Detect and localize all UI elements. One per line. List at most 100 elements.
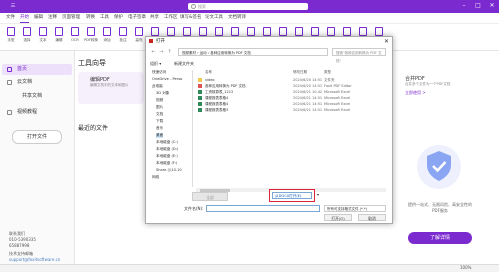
close-window-button[interactable]: ✕ (488, 2, 496, 10)
menu-protect[interactable]: 保护 (114, 14, 123, 22)
support-email[interactable]: support@foxitsoftware.cn (9, 257, 60, 262)
strikethrough-icon (151, 27, 159, 36)
excel-file-icon (198, 96, 202, 100)
add-icon (103, 27, 111, 36)
column-name[interactable]: 名称 (205, 70, 212, 75)
recent-files-title: 最近的文件 (78, 125, 109, 132)
menu-page-manage[interactable]: 页面管理 (62, 14, 80, 22)
menu-convert[interactable]: 转换 (86, 14, 95, 22)
compare-icon (263, 27, 271, 36)
tool-select[interactable]: 选择 (20, 26, 34, 48)
open-button[interactable]: 打开(O) (324, 214, 352, 221)
menu-edit[interactable]: 编辑 (34, 14, 43, 22)
command-bar: 组织 ▾ 新建文件夹 (150, 60, 388, 68)
menu-fill-sign[interactable]: 填写&签名 (180, 14, 202, 22)
nav-desktop[interactable]: 桌面 (156, 133, 164, 138)
search-icon (191, 4, 196, 9)
open-file-dialog: 打开 ✕ ← → ↑ 视频素材 › 运动 › 各种应用转换为 PDF 文档 搜索… (145, 36, 393, 224)
organize-menu[interactable]: 组织 ▾ (150, 60, 161, 68)
card-link[interactable]: 立即使用 > (405, 90, 426, 96)
cloud-icon (7, 80, 12, 85)
filetype-select[interactable]: 所有可支持格式文件 (*.*) (324, 205, 386, 212)
back-arrow-icon[interactable]: ← (150, 48, 157, 56)
maximize-button[interactable]: □ (474, 2, 482, 10)
folder-icon (198, 78, 202, 82)
minimize-button[interactable]: – (460, 2, 468, 10)
column-type[interactable]: 类型 (324, 70, 331, 75)
file-row[interactable]: 课程报表表格3 2024/6/21 14:51 Microsoft Excel (196, 107, 386, 113)
menu-translate[interactable]: 文档转译 (228, 14, 246, 22)
menu-paper-tools[interactable]: 论文工具 (205, 14, 223, 22)
nav-pictures[interactable]: 图片 (156, 105, 163, 110)
open-file-button[interactable]: 打开文件 (12, 130, 62, 144)
tools-wizard-title: 工具向导 (78, 59, 106, 67)
new-folder-button[interactable]: 新建文件夹 (174, 60, 194, 68)
nav-onedrive[interactable]: OneDrive - Perso (152, 77, 182, 82)
navigation-pane: 快速访问 OneDrive - Perso 此电脑 3D 对象 视频 图片 文档… (150, 70, 193, 187)
hand-icon (7, 27, 15, 36)
lock-icon (311, 27, 319, 36)
breadcrumb[interactable]: 视频素材 › 运动 › 各种应用转换为 PDF 文档 (178, 48, 328, 56)
dialog-close-button[interactable]: ✕ (382, 37, 391, 46)
nav-drive-f[interactable]: 本地磁盘 (F:) (156, 161, 177, 166)
menu-tools[interactable]: 工具 (100, 14, 109, 22)
sidebar-item-cloud[interactable]: 云文档 (2, 77, 72, 88)
cancel-button[interactable]: 取消 (358, 214, 386, 221)
menu-esign[interactable]: 电子签章 (128, 14, 146, 22)
excel-file-icon (198, 102, 202, 106)
pdf-file-icon (198, 84, 202, 88)
wordcount-icon (279, 27, 287, 36)
tool-pdf-convert[interactable]: PDF转换 (84, 26, 98, 48)
menu-comment[interactable]: 注释 (48, 14, 57, 22)
menu-home[interactable]: 开始 (20, 14, 29, 23)
up-arrow-icon[interactable]: ↑ (166, 48, 173, 56)
learn-more-button[interactable]: 了解详情 (408, 232, 472, 244)
contact-title: 联系我们 (9, 231, 25, 236)
translate-icon (359, 27, 367, 36)
tool-annotate[interactable]: 批注 (116, 26, 130, 48)
sidebar-item-home[interactable]: 首页 (2, 64, 72, 75)
nav-drive-c[interactable]: 本地磁盘 (C:) (156, 140, 178, 145)
nav-share[interactable]: Share (\\10.10 (156, 168, 182, 173)
nav-quick-access[interactable]: 快速访问 (152, 70, 166, 75)
sidebar-item-video[interactable]: 视频教程 (2, 107, 72, 118)
sidebar-item-shared[interactable]: 共享文档 (2, 91, 72, 102)
nav-3d-objects[interactable]: 3D 对象 (156, 91, 169, 96)
filename-label: 文件名(N): (184, 206, 204, 211)
ocr-icon (71, 27, 79, 36)
nav-this-pc[interactable]: 此电脑 (152, 84, 163, 89)
nav-documents[interactable]: 文档 (156, 112, 163, 117)
chevron-down-icon[interactable]: ▾ (317, 192, 319, 197)
filename-input[interactable] (206, 205, 320, 212)
search-input[interactable]: 搜索 (188, 3, 308, 10)
menu-share[interactable]: 共享 (150, 14, 159, 22)
app-menu-button[interactable]: 三 (2, 2, 24, 11)
dialog-search-input[interactable]: 搜索"各种应用转换为 PDF 文档" (332, 48, 386, 63)
nav-drive-e[interactable]: 本地磁盘 (E:) (156, 154, 178, 159)
underline-icon (167, 27, 175, 36)
tool-ocr[interactable]: OCR (68, 26, 82, 48)
dialog-title: 打开 (156, 39, 165, 44)
open-from-docx-select[interactable]: 从DOCX打开(E) (272, 192, 312, 199)
tool-text[interactable]: 文本 (36, 26, 50, 48)
column-date[interactable]: 修改日期 (293, 70, 307, 75)
tool-edit[interactable]: 编辑 (52, 26, 66, 48)
zoom-level[interactable]: 100% (460, 264, 471, 271)
fullscreen-icon (343, 27, 351, 36)
forward-arrow-icon[interactable]: → (158, 48, 165, 56)
contact-phone-2: 65887998 (9, 243, 30, 248)
nav-downloads[interactable]: 下载 (156, 119, 163, 124)
nav-videos[interactable]: 视频 (156, 98, 163, 103)
edit-pdf-card[interactable]: 编辑PDF 编辑文档中的文本和图片 (78, 72, 144, 104)
nav-music[interactable]: 音乐 (156, 126, 163, 131)
image-icon (183, 27, 191, 36)
tool-highlight[interactable]: 高亮 (132, 26, 146, 48)
menu-file[interactable]: 文件 (6, 14, 15, 22)
nav-network[interactable]: 网络 (152, 175, 159, 180)
card-title: 合并PDF (405, 76, 425, 82)
merge-pdf-card[interactable]: 合并PDF 合并多个文件为一个PDF文档 立即使用 > (403, 72, 473, 104)
menu-workspace[interactable]: 工作区 (164, 14, 178, 22)
tool-hand[interactable]: 手型 (4, 26, 18, 48)
tool-add[interactable]: 添加 (100, 26, 114, 48)
nav-drive-d[interactable]: 本地磁盘 (D:) (156, 147, 178, 152)
